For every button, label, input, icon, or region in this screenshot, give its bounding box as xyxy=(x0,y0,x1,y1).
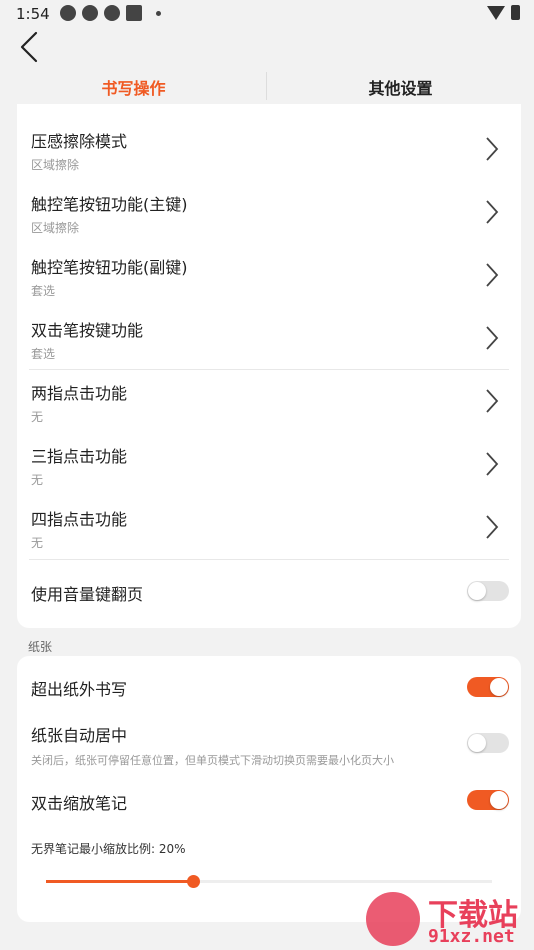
min-zoom-label: 无界笔记最小缩放比例: 20% xyxy=(31,842,186,856)
setting-title: 压感擦除模式 xyxy=(31,132,128,151)
more-notifications-icon xyxy=(156,10,161,16)
chevron-right-icon xyxy=(486,263,499,287)
chevron-right-icon xyxy=(486,389,499,413)
divider xyxy=(29,559,509,560)
setting-row-two-finger-tap[interactable]: 两指点击功能 无 xyxy=(17,370,521,430)
setting-row-auto-center: 纸张自动居中 关闭后，纸张可停留任意位置，但单页模式下滑动切换页需要最小化页大小 xyxy=(17,718,521,774)
volume-flip-toggle[interactable] xyxy=(467,581,509,601)
paper-settings-card: 超出纸外书写 纸张自动居中 关闭后，纸张可停留任意位置，但单页模式下滑动切换页需… xyxy=(17,656,521,922)
setting-value: 区域擦除 xyxy=(31,221,80,235)
setting-row-pen-button-primary[interactable]: 触控笔按钮功能(主键) 区域擦除 xyxy=(17,181,521,241)
setting-row-pen-double-tap[interactable]: 双击笔按键功能 套选 xyxy=(17,307,521,367)
system-icons xyxy=(487,5,520,20)
notification-icon xyxy=(60,5,76,21)
watermark: 下载站 91xz.net xyxy=(362,890,534,950)
chevron-right-icon xyxy=(486,452,499,476)
setting-row-four-finger-tap[interactable]: 四指点击功能 无 xyxy=(17,496,521,556)
auto-center-toggle[interactable] xyxy=(467,733,509,753)
chevron-right-icon xyxy=(486,200,499,224)
chevron-right-icon xyxy=(486,515,499,539)
toggle-knob xyxy=(468,582,486,600)
toggle-knob xyxy=(490,678,508,696)
setting-row-double-tap-zoom: 双击缩放笔记 xyxy=(17,782,521,822)
setting-title: 两指点击功能 xyxy=(31,384,128,403)
setting-title: 三指点击功能 xyxy=(31,447,128,466)
watermark-logo-icon xyxy=(366,892,420,946)
setting-value: 无 xyxy=(31,536,44,550)
min-zoom-slider[interactable] xyxy=(46,875,492,888)
setting-row-pen-button-secondary[interactable]: 触控笔按钮功能(副键) 套选 xyxy=(17,244,521,304)
setting-row-write-outside: 超出纸外书写 xyxy=(17,668,521,708)
wifi-icon xyxy=(487,5,505,20)
setting-title: 触控笔按钮功能(主键) xyxy=(31,195,188,214)
slider-fill xyxy=(46,880,193,883)
setting-value: 套选 xyxy=(31,347,56,361)
toggle-knob xyxy=(468,734,486,752)
tab-bar: 书写操作 其他设置 xyxy=(0,70,534,104)
notification-icon xyxy=(126,5,142,21)
setting-title: 纸张自动居中 xyxy=(31,726,128,745)
back-arrow-icon xyxy=(20,31,38,63)
watermark-url: 91xz.net xyxy=(428,926,515,947)
setting-value: 无 xyxy=(31,410,44,424)
double-tap-zoom-toggle[interactable] xyxy=(467,790,509,810)
notification-icon xyxy=(82,5,98,21)
tab-other-settings[interactable]: 其他设置 xyxy=(267,70,534,104)
section-label-paper: 纸张 xyxy=(28,640,53,654)
back-button[interactable] xyxy=(16,30,46,64)
setting-title: 触控笔按钮功能(副键) xyxy=(31,258,188,277)
setting-row-pressure-erase[interactable]: 压感擦除模式 区域擦除 xyxy=(17,118,521,178)
status-bar: 1:54 xyxy=(0,0,534,28)
chevron-right-icon xyxy=(486,137,499,161)
write-outside-toggle[interactable] xyxy=(467,677,509,697)
toggle-knob xyxy=(490,791,508,809)
setting-title: 超出纸外书写 xyxy=(31,680,128,699)
setting-title: 使用音量键翻页 xyxy=(31,585,144,604)
setting-value: 套选 xyxy=(31,284,56,298)
status-time: 1:54 xyxy=(16,5,50,23)
battery-icon xyxy=(511,5,520,20)
tab-writing-operations[interactable]: 书写操作 xyxy=(0,70,267,104)
setting-value: 区域擦除 xyxy=(31,158,80,172)
setting-title: 双击笔按键功能 xyxy=(31,321,144,340)
setting-row-volume-flip: 使用音量键翻页 xyxy=(17,570,521,614)
writing-settings-card: 压感擦除模式 区域擦除 触控笔按钮功能(主键) 区域擦除 触控笔按钮功能(副键)… xyxy=(17,104,521,628)
chevron-right-icon xyxy=(486,326,499,350)
notification-icon xyxy=(104,5,120,21)
slider-thumb[interactable] xyxy=(187,875,200,888)
setting-title: 双击缩放笔记 xyxy=(31,794,128,813)
notification-icons xyxy=(60,5,161,21)
setting-description: 关闭后，纸张可停留任意位置，但单页模式下滑动切换页需要最小化页大小 xyxy=(31,754,394,767)
setting-title: 四指点击功能 xyxy=(31,510,128,529)
setting-value: 无 xyxy=(31,473,44,487)
setting-row-three-finger-tap[interactable]: 三指点击功能 无 xyxy=(17,433,521,493)
